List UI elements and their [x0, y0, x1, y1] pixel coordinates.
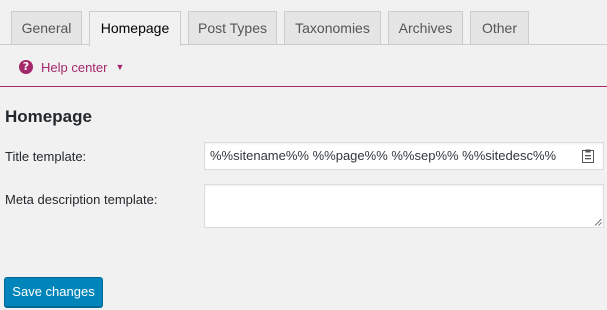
- tab-taxonomies[interactable]: Taxonomies: [284, 11, 381, 44]
- save-changes-button[interactable]: Save changes: [4, 277, 103, 307]
- title-template-input[interactable]: %%sitename%% %%page%% %%sep%% %%sitedesc…: [204, 142, 604, 170]
- title-template-value: %%sitename%% %%page%% %%sep%% %%sitedesc…: [210, 148, 557, 163]
- meta-description-textarea[interactable]: [204, 184, 604, 228]
- help-center-label: Help center: [41, 59, 108, 75]
- help-center-toggle[interactable]: ? Help center ▼: [19, 58, 124, 76]
- help-divider: [0, 86, 607, 87]
- title-template-label: Title template:: [5, 149, 87, 164]
- resize-grip-icon[interactable]: [594, 218, 602, 226]
- caret-down-icon: ▼: [115, 62, 125, 72]
- question-mark-icon: ?: [19, 60, 33, 74]
- tab-general[interactable]: General: [11, 11, 82, 44]
- snippet-variables-icon[interactable]: [582, 149, 594, 163]
- section-title: Homepage: [5, 107, 92, 126]
- meta-description-label: Meta description template:: [5, 192, 158, 207]
- tab-post-types[interactable]: Post Types: [188, 11, 277, 44]
- tab-archives[interactable]: Archives: [388, 11, 463, 44]
- settings-tabs: General Homepage Post Types Taxonomies A…: [0, 0, 607, 46]
- tab-homepage[interactable]: Homepage: [89, 11, 181, 46]
- tab-other[interactable]: Other: [470, 11, 529, 44]
